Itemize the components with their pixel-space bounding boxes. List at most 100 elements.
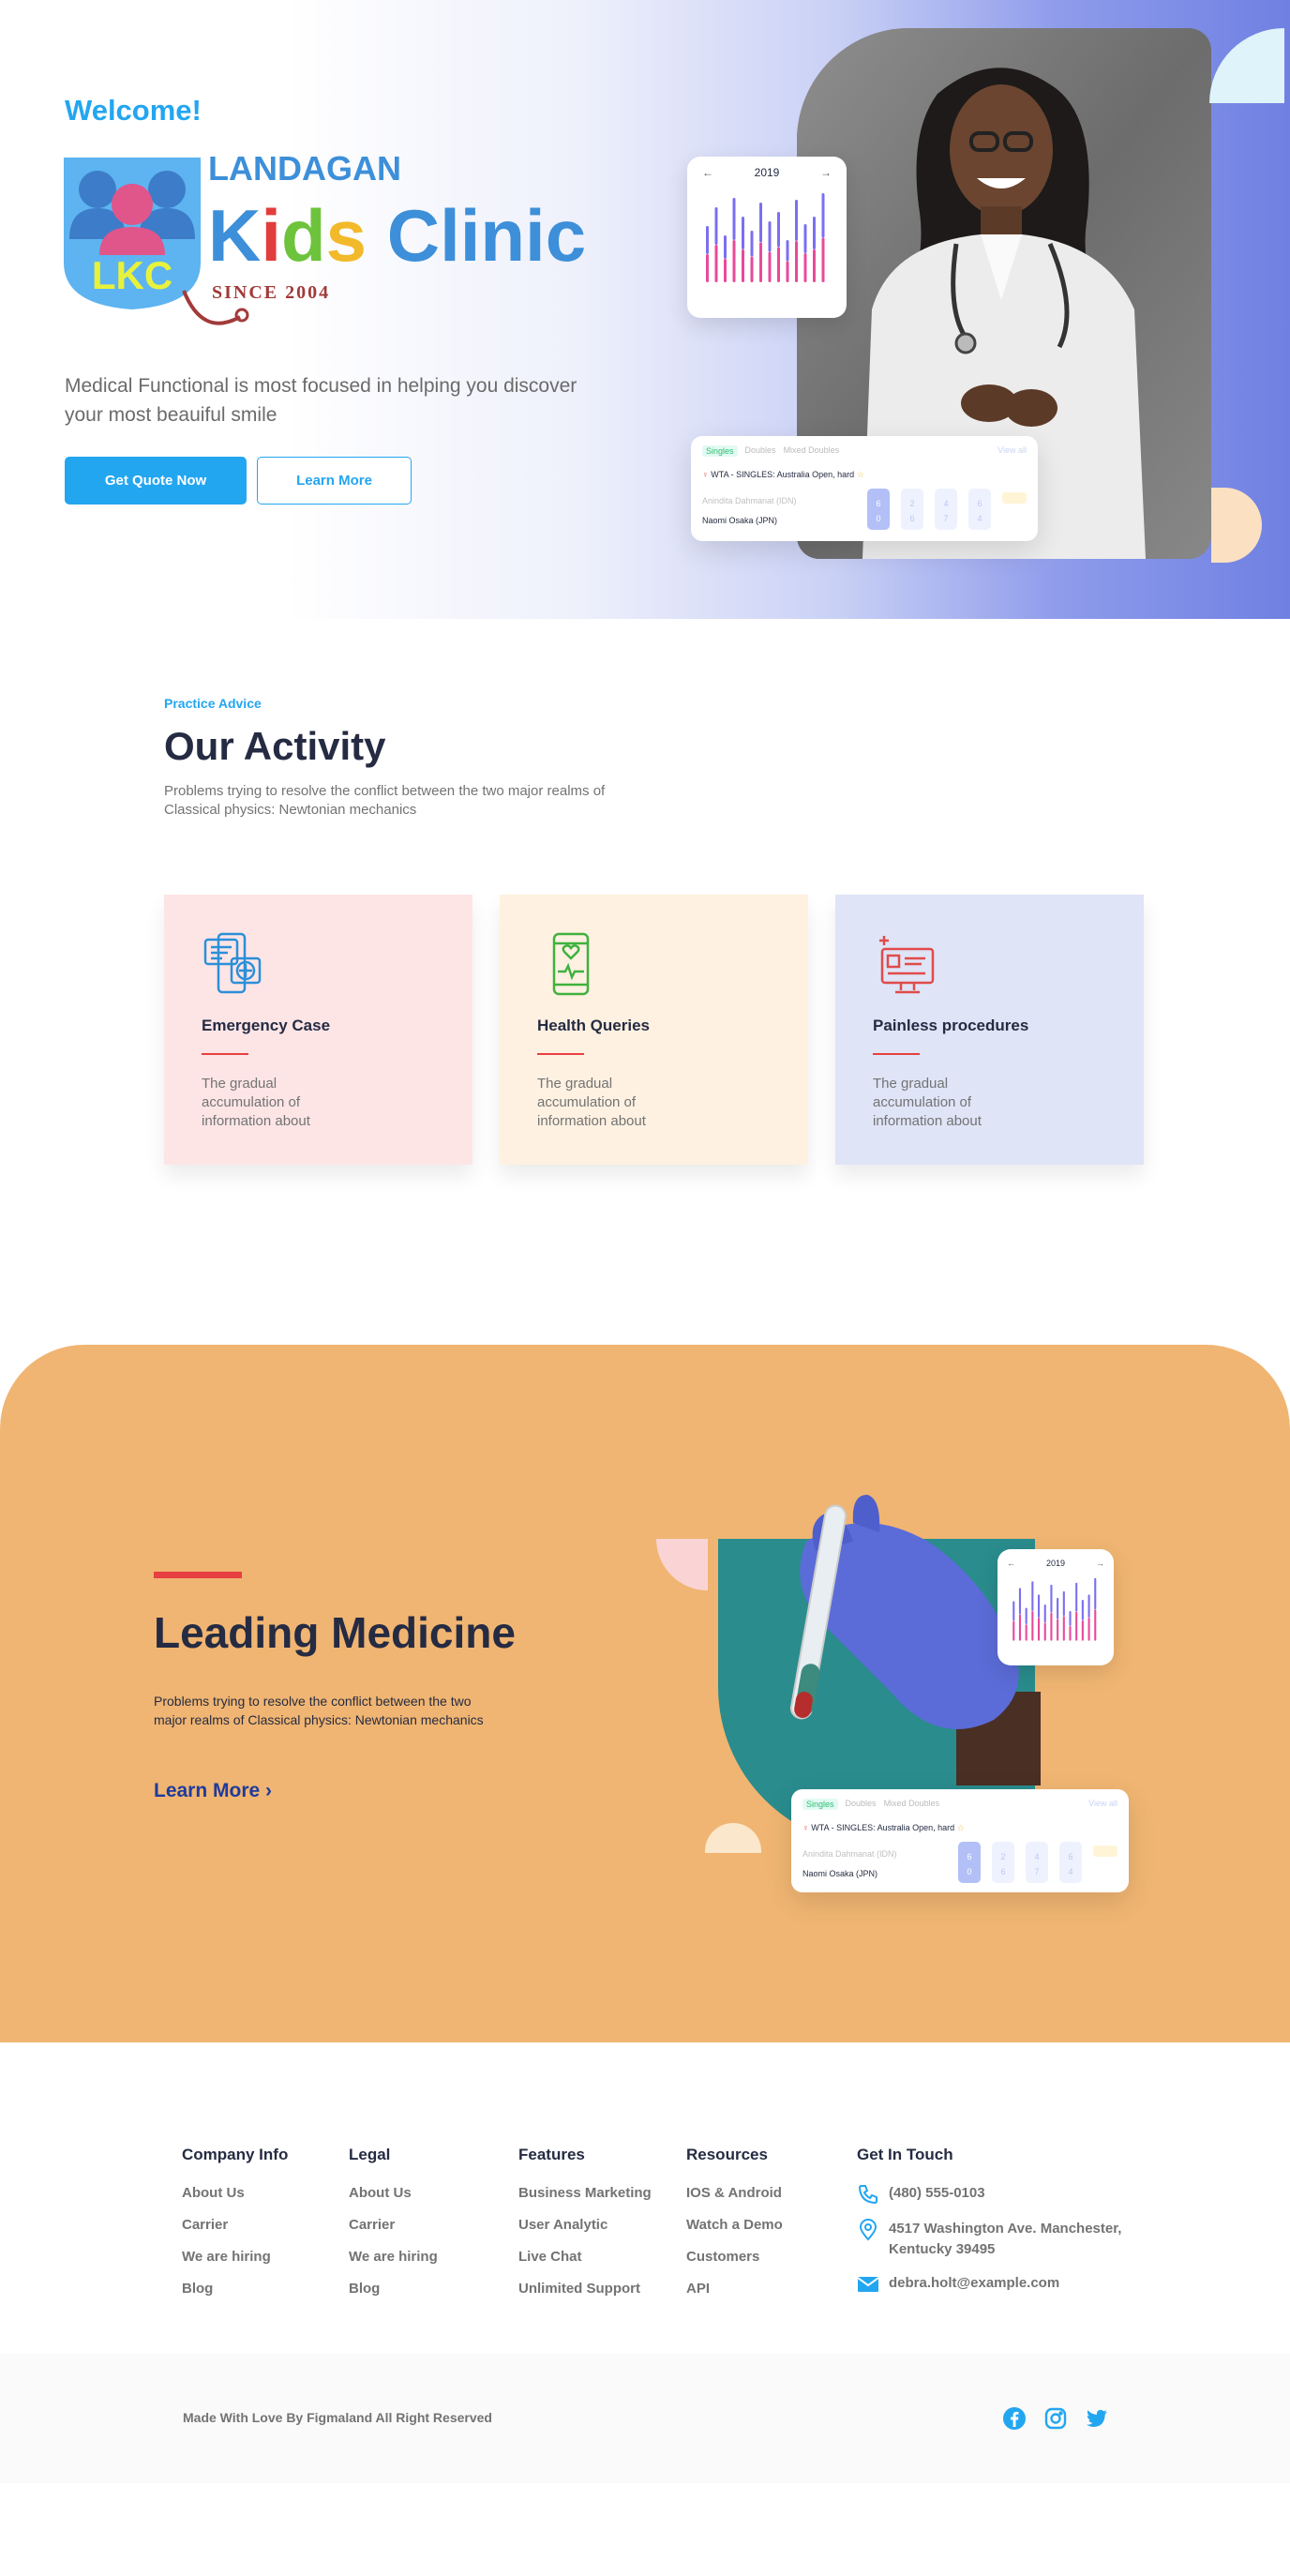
leading-subtitle: Problems trying to resolve the conflict … bbox=[154, 1694, 484, 1727]
tab-doubles[interactable]: Doubles bbox=[846, 1799, 877, 1810]
bar-mark bbox=[1037, 1594, 1041, 1619]
footer-link[interactable]: We are hiring bbox=[182, 2249, 288, 2265]
footer-link[interactable]: API bbox=[686, 2281, 783, 2297]
bar-mark bbox=[1043, 1622, 1046, 1641]
activity-subtitle: Problems trying to resolve the conflict … bbox=[164, 783, 606, 818]
accent-line bbox=[154, 1572, 242, 1578]
leading-learn-more-link[interactable]: Learn More › bbox=[154, 1780, 272, 1802]
bar-mark bbox=[777, 247, 780, 282]
footer-contact: Get In Touch (480) 555-0103 4517 Washing… bbox=[857, 2146, 1157, 2309]
status-tag bbox=[1093, 1845, 1118, 1857]
logo-line2: Kids Clinic bbox=[208, 194, 586, 277]
view-all-link[interactable]: View all bbox=[998, 445, 1027, 455]
bar-mark bbox=[724, 259, 727, 282]
footer-link[interactable]: Blog bbox=[349, 2281, 438, 2297]
contact-address[interactable]: 4517 Washington Ave. Manchester, Kentuck… bbox=[857, 2219, 1157, 2260]
clinic-logo: LKC LANDAGAN Kids Clinic SINCE 2004 bbox=[64, 150, 586, 325]
decor-cream-half bbox=[705, 1823, 761, 1853]
card-text: The gradual accumulation of information … bbox=[873, 1076, 982, 1129]
footer-link[interactable]: Live Chat bbox=[518, 2249, 652, 2265]
bar-mark bbox=[1012, 1620, 1015, 1641]
activity-card-emergency[interactable]: Emergency Case The gradual accumulation … bbox=[164, 895, 472, 1165]
learn-more-button[interactable]: Learn More bbox=[257, 457, 412, 505]
footer-column-title: Legal bbox=[349, 2146, 391, 2163]
twitter-icon[interactable] bbox=[1085, 2406, 1109, 2431]
bar-mark bbox=[777, 212, 780, 248]
bar-mark bbox=[768, 251, 772, 282]
tab-singles[interactable]: Singles bbox=[702, 445, 738, 457]
footer-link[interactable]: About Us bbox=[349, 2185, 438, 2201]
facebook-icon[interactable] bbox=[1002, 2406, 1027, 2431]
tab-mixed-doubles[interactable]: Mixed Doubles bbox=[884, 1799, 940, 1810]
player-two: Naomi Osaka (JPN) bbox=[702, 516, 778, 525]
match-title: ♀ WTA - SINGLES: Australia Open, hard ☆ bbox=[702, 470, 864, 479]
decor-half-circle bbox=[1211, 488, 1262, 563]
footer-column-company: Company Info About Us Carrier We are hir… bbox=[182, 2146, 288, 2312]
bar-mark bbox=[714, 245, 718, 282]
tab-doubles[interactable]: Doubles bbox=[745, 445, 776, 457]
view-all-link[interactable]: View all bbox=[1088, 1799, 1118, 1808]
footer-column-title: Get In Touch bbox=[857, 2146, 953, 2163]
footer-link[interactable]: Watch a Demo bbox=[686, 2217, 783, 2233]
bar-mark bbox=[795, 241, 798, 282]
card-title: Health Queries bbox=[537, 1017, 650, 1034]
next-year-arrow[interactable]: → bbox=[820, 166, 832, 179]
match-score-card: Singles Doubles Mixed Doubles View all ♀… bbox=[691, 436, 1038, 541]
stats-chart-card: ← 2019 → bbox=[687, 157, 847, 318]
bar-mark bbox=[732, 198, 736, 240]
bar-mark bbox=[1025, 1624, 1028, 1641]
card-divider bbox=[537, 1053, 584, 1055]
bar-mark bbox=[813, 249, 816, 282]
footer-link[interactable]: Unlimited Support bbox=[518, 2281, 652, 2297]
score-set: 47 bbox=[935, 489, 957, 530]
activity-card-health[interactable]: Health Queries The gradual accumulation … bbox=[500, 895, 808, 1165]
bar-mark bbox=[1031, 1581, 1034, 1611]
footer-link[interactable]: Carrier bbox=[182, 2217, 288, 2233]
contact-phone[interactable]: (480) 555-0103 bbox=[857, 2183, 1157, 2206]
card-text: The gradual accumulation of information … bbox=[537, 1076, 646, 1129]
footer-link[interactable]: Customers bbox=[686, 2249, 783, 2265]
bar-mark bbox=[714, 207, 718, 245]
copyright-text: Made With Love By Figmaland All Right Re… bbox=[183, 2410, 492, 2425]
bar-mark bbox=[742, 217, 744, 249]
footer-link[interactable]: Business Marketing bbox=[518, 2185, 652, 2201]
bar-mark bbox=[759, 203, 762, 243]
score-set: 64 bbox=[968, 489, 991, 530]
match-title: ♀ WTA - SINGLES: Australia Open, hard ☆ bbox=[802, 1823, 965, 1832]
get-quote-button[interactable]: Get Quote Now bbox=[65, 457, 247, 505]
bar-mark bbox=[768, 221, 772, 252]
logo-line1: LANDAGAN bbox=[208, 150, 401, 188]
bar-mark bbox=[821, 237, 825, 282]
contact-email[interactable]: debra.holt@example.com bbox=[857, 2273, 1157, 2296]
footer-link[interactable]: Blog bbox=[182, 2281, 288, 2297]
bar-mark bbox=[1012, 1601, 1015, 1621]
tab-singles[interactable]: Singles bbox=[802, 1799, 838, 1810]
footer-link[interactable]: Carrier bbox=[349, 2217, 438, 2233]
activity-card-painless[interactable]: Painless procedures The gradual accumula… bbox=[835, 895, 1144, 1165]
bar-mark bbox=[1018, 1614, 1022, 1641]
footer-link[interactable]: We are hiring bbox=[349, 2249, 438, 2265]
instagram-icon[interactable] bbox=[1043, 2406, 1068, 2431]
card-divider bbox=[873, 1053, 920, 1055]
footer-link[interactable]: User Analytic bbox=[518, 2217, 652, 2233]
bar-mark bbox=[759, 242, 762, 282]
footer-link[interactable]: About Us bbox=[182, 2185, 288, 2201]
tab-mixed-doubles[interactable]: Mixed Doubles bbox=[784, 445, 840, 457]
bar-mark bbox=[732, 240, 736, 282]
bar-mark bbox=[724, 235, 727, 259]
stats-chart-card: ← 2019 → bbox=[998, 1549, 1114, 1665]
bar-mark bbox=[1050, 1584, 1053, 1613]
footer-column-title: Resources bbox=[686, 2146, 768, 2163]
monitor-medical-icon bbox=[879, 936, 935, 994]
mail-icon bbox=[857, 2277, 879, 2292]
card-text: The gradual accumulation of information … bbox=[202, 1076, 310, 1129]
bar-mark bbox=[1075, 1611, 1078, 1641]
bar-mark bbox=[1088, 1618, 1090, 1641]
next-year-arrow[interactable]: → bbox=[1096, 1559, 1104, 1568]
bar-mark bbox=[1069, 1611, 1072, 1626]
bar-mark bbox=[706, 226, 709, 254]
bar-mark bbox=[795, 200, 798, 241]
footer-link[interactable]: IOS & Android bbox=[686, 2185, 783, 2201]
bar-mark bbox=[786, 261, 789, 282]
score-set: 26 bbox=[901, 489, 923, 530]
